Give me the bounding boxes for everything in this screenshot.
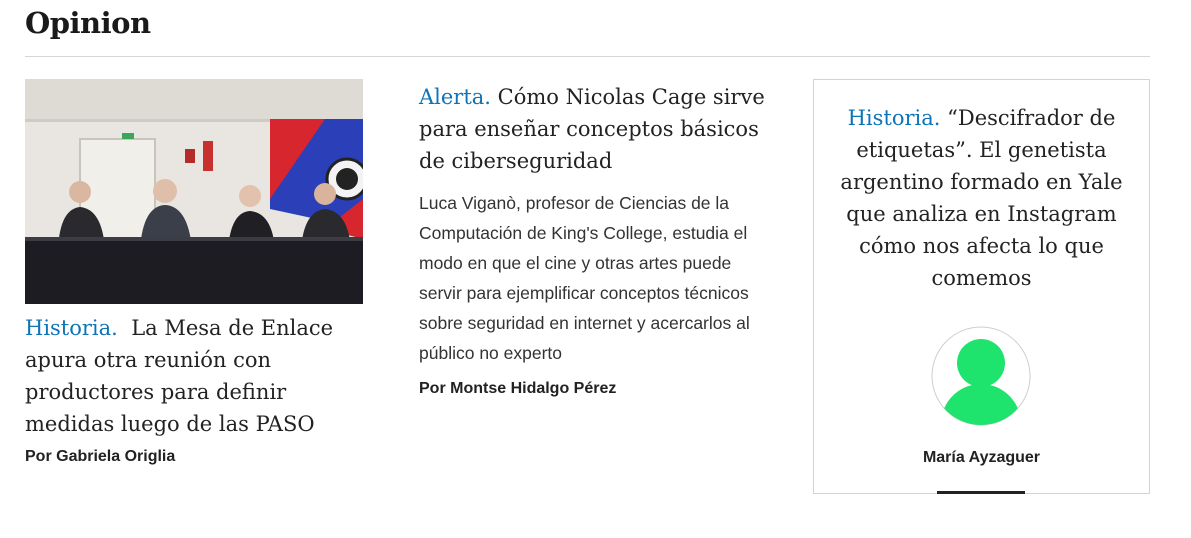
user-silhouette-icon xyxy=(931,326,1031,426)
article-byline[interactable]: Por Montse Hidalgo Pérez xyxy=(419,380,769,398)
section-title: Opinion xyxy=(25,6,151,40)
article-kicker: Historia. xyxy=(25,316,118,340)
card-underline-decoration xyxy=(937,491,1025,494)
article-byline[interactable]: Por Gabriela Origlia xyxy=(25,448,365,466)
author-name[interactable]: María Ayzaguer xyxy=(814,449,1149,467)
article-kicker: Historia. xyxy=(847,106,941,130)
article-kicker: Alerta. xyxy=(419,85,491,109)
opinion-card-3: Historia. “Descifrador de etiquetas”. El… xyxy=(813,79,1150,494)
article-photo[interactable] xyxy=(25,79,363,304)
article-summary: Luca Viganò, profesor de Ciencias de la … xyxy=(419,193,750,363)
article-headline[interactable]: Historia. La Mesa de Enlace apura otra r… xyxy=(25,312,365,440)
author-avatar[interactable] xyxy=(931,326,1031,426)
article-headline[interactable]: Historia. “Descifrador de etiquetas”. El… xyxy=(836,102,1127,294)
opinion-card-1: Historia. La Mesa de Enlace apura otra r… xyxy=(25,79,365,466)
article-headline[interactable]: Alerta. Cómo Nicolas Cage sirve para ens… xyxy=(419,81,769,177)
section-divider xyxy=(25,56,1150,57)
opinion-card-2: Alerta. Cómo Nicolas Cage sirve para ens… xyxy=(419,81,769,398)
article-title: “Descifrador de etiquetas”. El genetista… xyxy=(840,106,1123,290)
